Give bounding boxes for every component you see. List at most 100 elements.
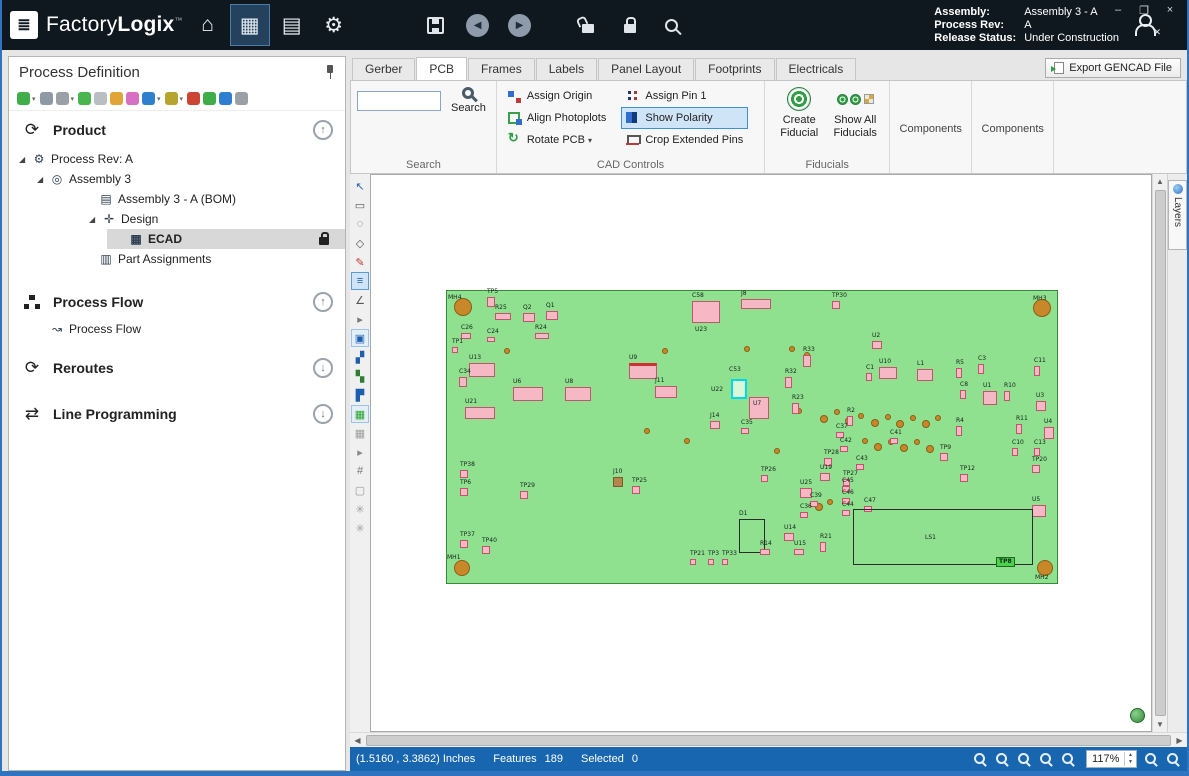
zoom-window-icon[interactable]: [1016, 751, 1032, 767]
via-hole[interactable]: [914, 439, 920, 445]
component-C43[interactable]: [856, 464, 864, 470]
lamp-button[interactable]: [94, 92, 107, 105]
component-C34[interactable]: [459, 377, 467, 387]
pointer-zoom-icon[interactable]: [994, 751, 1010, 767]
component-R14[interactable]: [760, 549, 770, 555]
zoom-world-button[interactable]: [1130, 708, 1145, 723]
documents-button[interactable]: ▤: [272, 4, 312, 46]
minimize-button[interactable]: –: [1105, 2, 1131, 18]
component-J8[interactable]: [741, 299, 771, 309]
search-input[interactable]: [357, 91, 441, 111]
tree-item-design[interactable]: ✛Design: [9, 209, 345, 229]
component-TP37[interactable]: [460, 540, 468, 548]
maximize-button[interactable]: ❐: [1131, 2, 1157, 18]
pad-mode-icon[interactable]: ▣: [351, 329, 369, 347]
component-R33[interactable]: [803, 355, 811, 367]
export-package-button[interactable]: [142, 92, 155, 105]
polygon-select-icon[interactable]: ◇: [351, 234, 369, 252]
print-button[interactable]: [56, 92, 69, 105]
close-button[interactable]: ×: [1157, 2, 1183, 18]
pause-button[interactable]: [235, 92, 248, 105]
component-R21[interactable]: [820, 542, 826, 552]
tab-pcb[interactable]: PCB: [416, 57, 467, 80]
component-U4[interactable]: [1044, 427, 1054, 439]
copy-region-icon[interactable]: ▢: [351, 481, 369, 499]
export-package-button-caret[interactable]: ▾: [157, 95, 161, 103]
component-U19[interactable]: [820, 473, 830, 481]
process-definition-button[interactable]: ▦: [230, 4, 270, 46]
measure-tool-icon[interactable]: ∠: [351, 291, 369, 309]
component-TP9[interactable]: [940, 453, 948, 461]
component-J10[interactable]: [613, 477, 623, 487]
mirror-icon[interactable]: ▛: [351, 386, 369, 404]
via-hole[interactable]: [684, 438, 690, 444]
unlock-button[interactable]: [568, 4, 608, 46]
component-C1[interactable]: [866, 373, 872, 381]
grid-off-icon[interactable]: ▦: [351, 424, 369, 442]
pan-lock-icon[interactable]: [972, 751, 988, 767]
expander-icon[interactable]: [19, 155, 31, 164]
pointer-select-icon[interactable]: ↖: [351, 177, 369, 195]
component-TP21[interactable]: [690, 559, 696, 565]
tree-item-assembly-3-a-bom-[interactable]: ▤Assembly 3 - A (BOM): [9, 189, 345, 209]
scroll-right-icon[interactable]: ▶: [1172, 733, 1187, 748]
tree-item-ecad[interactable]: ▦ECAD: [9, 229, 345, 249]
component-R23[interactable]: [792, 403, 799, 414]
show-all-fiducials-button[interactable]: Show All Fiducials: [827, 85, 883, 141]
tree-item-assembly-3[interactable]: ◎Assembly 3: [9, 169, 345, 189]
component-R11[interactable]: [1016, 424, 1022, 434]
expander-icon[interactable]: [37, 175, 49, 184]
via-hole[interactable]: [871, 419, 879, 427]
via-hole[interactable]: [504, 348, 510, 354]
section-line-programming[interactable]: ⇄Line Programming↓: [9, 395, 345, 431]
pcb-canvas[interactable]: MH4TP5R25Q2Q1C26C24R24TP1U13C34U6U8U21U9…: [370, 174, 1152, 732]
tab-labels[interactable]: Labels: [536, 58, 597, 80]
via-hole[interactable]: [874, 443, 882, 451]
zoom-out-icon[interactable]: [1060, 751, 1076, 767]
zoom-selection-icon[interactable]: [1165, 751, 1181, 767]
save-button[interactable]: [416, 4, 456, 46]
search-button[interactable]: Search: [447, 85, 490, 116]
component-J14[interactable]: [710, 421, 720, 429]
component-U1[interactable]: [983, 391, 997, 405]
component-U8[interactable]: [565, 387, 591, 401]
sync-button[interactable]: [203, 92, 216, 105]
import-package-button-caret[interactable]: ▾: [180, 95, 184, 103]
component-C11[interactable]: [1034, 366, 1040, 376]
component-TP33[interactable]: [722, 559, 728, 565]
component-TP25[interactable]: [632, 486, 640, 494]
print-button-caret[interactable]: ▾: [71, 95, 75, 103]
component-C35[interactable]: [741, 428, 749, 434]
assign-pin-1-button[interactable]: Assign Pin 1: [621, 85, 748, 107]
component-U2[interactable]: [872, 341, 882, 349]
export-gencad-button[interactable]: Export GENCAD File: [1045, 58, 1181, 78]
components-group-2[interactable]: Components: [972, 81, 1054, 173]
key-button[interactable]: [110, 92, 123, 105]
via-hole[interactable]: [910, 415, 916, 421]
audit-search-button[interactable]: [652, 4, 692, 46]
link-button[interactable]: [40, 92, 53, 105]
zoom-stepper[interactable]: ▲▼: [1124, 752, 1136, 766]
vertical-scrollbar[interactable]: ▲ ▼: [1152, 174, 1167, 732]
align-photoplots-button[interactable]: Align Photoplots: [503, 107, 612, 129]
via-hole[interactable]: [789, 346, 795, 352]
component-C24[interactable]: [487, 337, 495, 342]
rotate-cw-icon[interactable]: ✳: [351, 519, 369, 537]
record-button[interactable]: [187, 92, 200, 105]
flip-bottom-icon[interactable]: ▚: [351, 367, 369, 385]
via-hole[interactable]: [454, 560, 470, 576]
component-C36[interactable]: [800, 512, 808, 518]
component-U22[interactable]: [731, 379, 747, 399]
component-Q2[interactable]: [523, 313, 535, 322]
component-TP26[interactable]: [761, 475, 768, 482]
tab-frames[interactable]: Frames: [468, 58, 535, 80]
component-U9[interactable]: [629, 363, 657, 379]
pcb-board[interactable]: MH4TP5R25Q2Q1C26C24R24TP1U13C34U6U8U21U9…: [446, 290, 1058, 584]
tree-item-process-flow[interactable]: ↝Process Flow: [9, 319, 345, 339]
component-TP40[interactable]: [482, 546, 490, 554]
component-TP12[interactable]: [960, 474, 968, 482]
via-hole[interactable]: [900, 444, 908, 452]
via-hole[interactable]: [926, 445, 934, 453]
component-J11[interactable]: [655, 386, 677, 398]
component-C10[interactable]: [1012, 448, 1018, 456]
